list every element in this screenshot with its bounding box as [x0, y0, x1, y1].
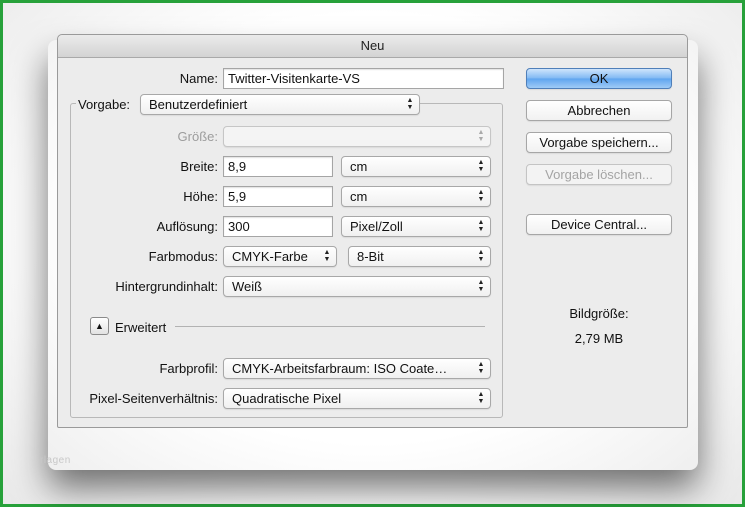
- background-label: Hintergrundinhalt:: [115, 279, 218, 294]
- advanced-divider: [175, 326, 485, 327]
- resolution-unit-select[interactable]: Pixel/Zoll ▲ ▼: [341, 216, 491, 237]
- color-mode-label: Farbmodus:: [148, 249, 218, 264]
- select-arrows-icon: ▲ ▼: [477, 249, 485, 263]
- select-arrows-icon: ▲ ▼: [406, 97, 414, 111]
- preset-select[interactable]: Benutzerdefiniert ▲ ▼: [140, 94, 420, 115]
- image-size-label: Bildgröße:: [569, 306, 629, 321]
- name-label: Name:: [179, 71, 218, 86]
- select-arrows-icon: ▲ ▼: [477, 361, 485, 375]
- delete-preset-button: Vorgabe löschen...: [526, 164, 672, 185]
- image-size-value: 2,79 MB: [574, 331, 624, 346]
- dialog-title: Neu: [58, 35, 687, 58]
- height-field[interactable]: 5,9: [223, 186, 333, 207]
- select-arrows-icon: ▲ ▼: [477, 219, 485, 233]
- bit-depth-select[interactable]: 8-Bit ▲ ▼: [348, 246, 491, 267]
- width-unit-value: cm: [350, 159, 368, 174]
- preset-label: Vorgabe:: [76, 97, 140, 112]
- select-arrows-icon: ▲ ▼: [477, 159, 485, 173]
- watermark-text: rlagen: [40, 455, 71, 466]
- resolution-unit-value: Pixel/Zoll: [350, 219, 403, 234]
- resolution-label: Auflösung:: [156, 219, 218, 234]
- new-document-dialog: Neu Name: Twitter-Visitenkarte-VS Vorgab…: [57, 34, 688, 428]
- pixel-aspect-value: Quadratische Pixel: [232, 391, 342, 406]
- width-field[interactable]: 8,9: [223, 156, 333, 177]
- size-select: ▲ ▼: [223, 126, 491, 147]
- height-unit-value: cm: [350, 189, 368, 204]
- width-unit-select[interactable]: cm ▲ ▼: [341, 156, 491, 177]
- select-arrows-icon: ▲ ▼: [477, 189, 485, 203]
- height-label: Höhe:: [183, 189, 218, 204]
- select-arrows-icon: ▲ ▼: [323, 249, 331, 263]
- ok-button[interactable]: OK: [526, 68, 672, 89]
- select-arrows-icon: ▲ ▼: [477, 391, 485, 405]
- bit-depth-value: 8-Bit: [357, 249, 384, 264]
- color-profile-value: CMYK-Arbeitsfarbraum: ISO Coate…: [232, 361, 448, 376]
- device-central-button[interactable]: Device Central...: [526, 214, 672, 235]
- advanced-label: Erweitert: [115, 320, 167, 335]
- advanced-toggle-button[interactable]: ▲: [90, 317, 109, 335]
- triangle-up-icon: ▲: [95, 321, 104, 331]
- save-preset-button[interactable]: Vorgabe speichern...: [526, 132, 672, 153]
- height-unit-select[interactable]: cm ▲ ▼: [341, 186, 491, 207]
- select-arrows-icon: ▲ ▼: [477, 129, 485, 143]
- background-value: Weiß: [232, 279, 263, 294]
- pixel-aspect-select[interactable]: Quadratische Pixel ▲ ▼: [223, 388, 491, 409]
- resolution-field[interactable]: 300: [223, 216, 333, 237]
- color-mode-select[interactable]: CMYK-Farbe ▲ ▼: [223, 246, 337, 267]
- preset-select-value: Benutzerdefiniert: [149, 97, 248, 112]
- cancel-button[interactable]: Abbrechen: [526, 100, 672, 121]
- pixel-aspect-label: Pixel-Seitenverhältnis:: [89, 391, 218, 406]
- select-arrows-icon: ▲ ▼: [477, 279, 485, 293]
- color-profile-select[interactable]: CMYK-Arbeitsfarbraum: ISO Coate… ▲ ▼: [223, 358, 491, 379]
- color-profile-label: Farbprofil:: [159, 361, 218, 376]
- background-select[interactable]: Weiß ▲ ▼: [223, 276, 491, 297]
- width-label: Breite:: [180, 159, 218, 174]
- name-field[interactable]: Twitter-Visitenkarte-VS: [223, 68, 504, 89]
- size-label: Größe:: [177, 129, 218, 144]
- color-mode-value: CMYK-Farbe: [232, 249, 308, 264]
